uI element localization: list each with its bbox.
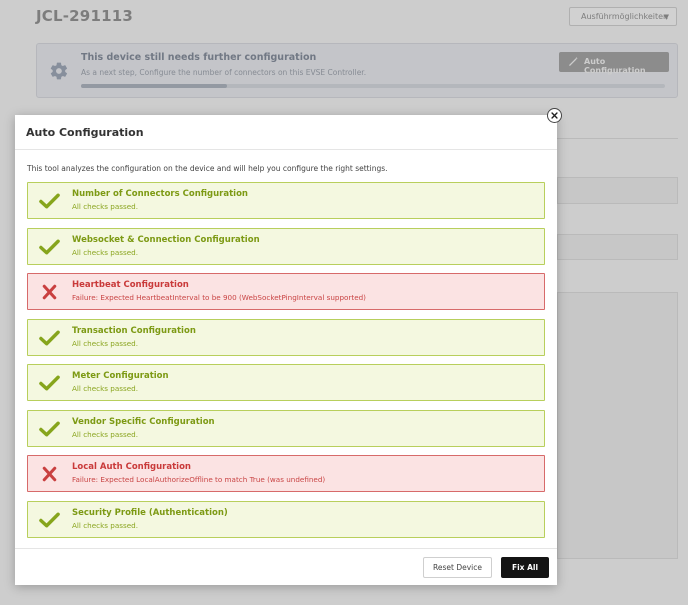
auto-configuration-modal: Auto Configuration This tool analyzes th…	[15, 108, 562, 585]
check-message: Failure: Expected HeartbeatInterval to b…	[72, 293, 366, 302]
check-title: Local Auth Configuration	[72, 462, 191, 472]
checkmark-icon	[39, 421, 60, 436]
check-message: All checks passed.	[72, 338, 138, 348]
modal-title: Auto Configuration	[26, 126, 144, 139]
fix-all-button[interactable]: Fix All	[501, 557, 549, 578]
checkmark-icon	[39, 512, 60, 527]
check-title: Transaction Configuration	[72, 325, 196, 336]
close-button[interactable]	[547, 108, 562, 123]
check-item: Heartbeat Configuration Failure: Expected…	[27, 273, 545, 310]
check-item: Security Profile (Authentication) All che…	[27, 500, 545, 538]
cross-icon	[42, 466, 57, 482]
check-title: Number of Connectors Configuration	[72, 189, 248, 199]
checkmark-icon	[39, 193, 60, 209]
modal-intro-text: This tool analyzes the configuration on …	[27, 164, 388, 173]
check-message: All checks passed.	[72, 520, 138, 530]
close-icon	[551, 112, 558, 119]
check-list: Number of Connectors Configuration All ch…	[27, 182, 545, 546]
check-title: Heartbeat Configuration	[72, 280, 189, 290]
check-item: Number of Connectors Configuration All ch…	[27, 182, 545, 219]
check-message: All checks passed.	[72, 429, 138, 439]
check-message: All checks passed.	[72, 247, 138, 257]
check-item: Local Auth Configuration Failure: Expecte…	[27, 455, 545, 492]
checkmark-icon	[39, 239, 60, 254]
modal-header: Auto Configuration	[15, 115, 557, 150]
check-item: Vendor Specific Configuration All checks …	[27, 409, 545, 447]
check-title: Vendor Specific Configuration	[72, 416, 215, 427]
check-message: All checks passed.	[72, 202, 138, 211]
check-item: Websocket & Connection Configuration All …	[27, 227, 545, 265]
modal-footer: Reset Device Fix All	[15, 548, 557, 585]
checkmark-icon	[39, 375, 60, 391]
check-title: Meter Configuration	[72, 371, 169, 381]
check-message: Failure: Expected LocalAuthorizeOffline …	[72, 475, 326, 484]
reset-device-button[interactable]: Reset Device	[423, 557, 492, 578]
check-message: All checks passed.	[72, 384, 138, 393]
check-item: Meter Configuration All checks passed.	[27, 364, 545, 401]
check-title: Security Profile (Authentication)	[72, 507, 228, 518]
cross-icon	[42, 284, 57, 300]
checkmark-icon	[39, 330, 60, 345]
check-title: Websocket & Connection Configuration	[72, 234, 260, 245]
check-item: Transaction Configuration All checks pass…	[27, 318, 545, 356]
